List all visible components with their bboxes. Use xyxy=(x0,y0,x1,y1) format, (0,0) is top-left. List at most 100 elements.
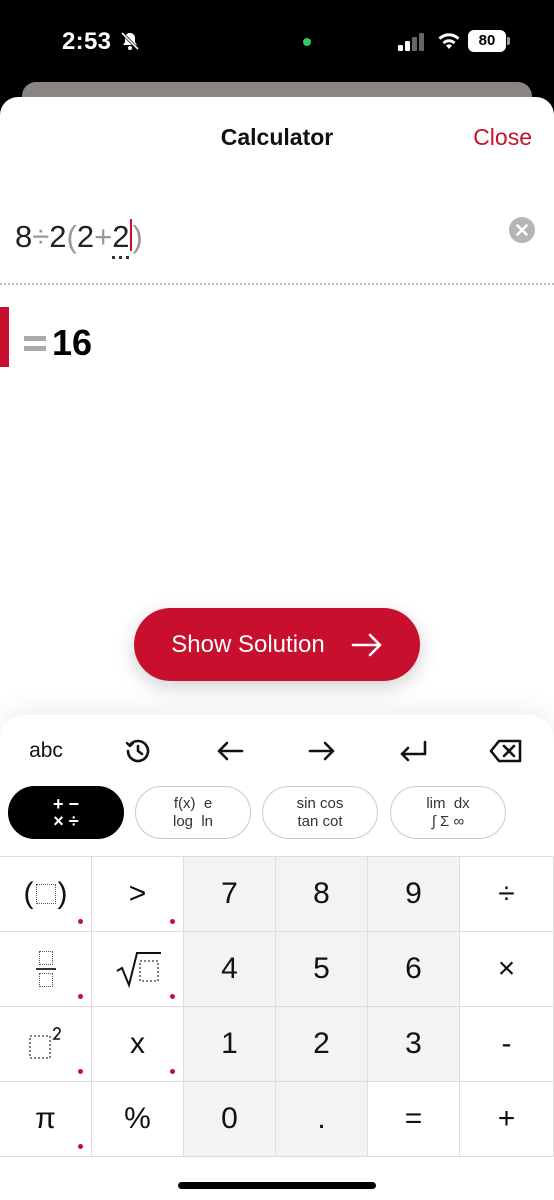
key-label: π xyxy=(35,1102,56,1135)
more-options-dot xyxy=(170,919,175,924)
placeholder-box-icon xyxy=(35,884,56,904)
keypad-grid: () > 7 8 9 ÷ 4 5 6 × x 1 2 3 - π % 0 . =… xyxy=(0,856,554,1160)
more-options-dot xyxy=(78,994,83,999)
cellular-signal-icon xyxy=(398,33,424,51)
key-label: > xyxy=(128,877,147,910)
keyboard-toolbar: abc xyxy=(0,715,554,785)
mode-basic-operators[interactable]: + − × ÷ xyxy=(8,786,124,839)
equals-icon xyxy=(24,333,46,353)
show-solution-label: Show Solution xyxy=(171,630,325,658)
digit-1-key[interactable]: 1 xyxy=(184,1007,276,1082)
close-icon xyxy=(516,224,528,236)
expr-token: 8 xyxy=(15,219,33,254)
fraction-icon xyxy=(35,951,56,987)
result-accent-bar xyxy=(0,307,9,367)
numerator-box xyxy=(38,951,53,965)
mode-label-line: f(x) e xyxy=(173,794,213,812)
digit-7-key[interactable]: 7 xyxy=(184,857,276,932)
more-options-dot xyxy=(78,919,83,924)
return-key[interactable] xyxy=(396,735,430,767)
square-key[interactable] xyxy=(0,1007,92,1082)
expr-active-token: 2 xyxy=(112,219,130,259)
digit-9-key[interactable]: 9 xyxy=(368,857,460,932)
mode-calculus[interactable]: lim dx ∫ Σ ∞ xyxy=(390,786,506,839)
more-options-dot xyxy=(170,994,175,999)
digit-3-key[interactable]: 3 xyxy=(368,1007,460,1082)
variable-x-key[interactable]: x xyxy=(92,1007,184,1082)
abc-key[interactable]: abc xyxy=(20,735,72,767)
mode-trigonometry[interactable]: sin cos tan cot xyxy=(262,786,378,839)
keyboard-mode-selector: + − × ÷ f(x) e log ln sin cos tan cot li… xyxy=(0,786,554,842)
plus-key[interactable]: + xyxy=(460,1082,554,1157)
pi-key[interactable]: π xyxy=(0,1082,92,1157)
battery-level: 80 xyxy=(468,30,506,52)
mode-label-line: ∫ Σ ∞ xyxy=(431,812,465,830)
history-icon xyxy=(125,739,150,763)
result-value: 16 xyxy=(52,322,93,363)
digit-6-key[interactable]: 6 xyxy=(368,932,460,1007)
cursor-right-key[interactable] xyxy=(306,735,338,767)
expr-open-paren: ( xyxy=(66,219,77,254)
greater-than-key[interactable]: > xyxy=(92,857,184,932)
history-key[interactable] xyxy=(122,735,154,767)
fraction-key[interactable] xyxy=(0,932,92,1007)
expr-operator: + xyxy=(94,219,113,254)
mode-label-line: log ln xyxy=(172,812,214,830)
mode-label-line: sin cos xyxy=(296,794,344,812)
math-keyboard: abc + − × ÷ f(x) e log ln sin cos tan co… xyxy=(0,715,554,1200)
open-paren-glyph: ( xyxy=(23,877,34,910)
close-button[interactable]: Close xyxy=(473,124,532,151)
mode-label-line: tan cot xyxy=(297,812,343,830)
bell-slash-icon xyxy=(120,31,140,51)
battery-indicator: 80 xyxy=(468,30,510,52)
page-title: Calculator xyxy=(220,124,334,150)
expr-token: 2 xyxy=(49,219,67,254)
denominator-box xyxy=(38,973,53,987)
digit-2-key[interactable]: 2 xyxy=(276,1007,368,1082)
text-caret xyxy=(130,219,133,251)
arrow-right-icon xyxy=(351,633,382,656)
cursor-left-key[interactable] xyxy=(214,735,246,767)
more-options-dot xyxy=(78,1144,83,1149)
status-bar: 2:53 80 xyxy=(0,0,554,84)
digit-0-key[interactable]: 0 xyxy=(184,1082,276,1157)
key-label: x xyxy=(130,1027,145,1060)
square-root-key[interactable] xyxy=(92,932,184,1007)
privacy-indicator-dot xyxy=(303,38,311,46)
result-display: 16 xyxy=(24,322,92,364)
delete-backward-icon xyxy=(489,739,522,763)
minus-key[interactable]: - xyxy=(460,1007,554,1082)
multiply-key[interactable]: × xyxy=(460,932,554,1007)
mode-label-line: lim dx xyxy=(426,794,470,812)
clear-input-button[interactable] xyxy=(509,217,535,243)
expr-operator: ÷ xyxy=(32,219,50,254)
fraction-bar xyxy=(35,968,56,970)
backspace-key[interactable] xyxy=(488,735,524,767)
decimal-point-key[interactable]: . xyxy=(276,1082,368,1157)
divide-key[interactable]: ÷ xyxy=(460,857,554,932)
more-options-dot xyxy=(78,1069,83,1074)
close-paren-glyph: ) xyxy=(57,877,68,910)
digit-4-key[interactable]: 4 xyxy=(184,932,276,1007)
show-solution-button[interactable]: Show Solution xyxy=(134,608,420,681)
digit-8-key[interactable]: 8 xyxy=(276,857,368,932)
parentheses-key[interactable]: () xyxy=(0,857,92,932)
home-indicator[interactable] xyxy=(178,1182,376,1189)
digit-5-key[interactable]: 5 xyxy=(276,932,368,1007)
more-options-dot xyxy=(170,1069,175,1074)
input-divider xyxy=(0,283,554,285)
percent-key[interactable]: % xyxy=(92,1082,184,1157)
square-root-icon xyxy=(115,952,161,989)
return-icon xyxy=(400,740,427,762)
expr-token: 2 xyxy=(76,219,95,254)
expression-input[interactable]: 8 ÷ 2 ( 2 + 2) xyxy=(15,215,143,259)
expr-close-paren: ) xyxy=(132,219,143,254)
battery-nub xyxy=(507,37,510,45)
equals-key[interactable]: = xyxy=(368,1082,460,1157)
superscript-square-icon xyxy=(28,1027,61,1059)
arrow-right-icon xyxy=(308,741,335,761)
status-time: 2:53 xyxy=(62,28,112,55)
wifi-icon xyxy=(438,33,460,49)
mode-functions[interactable]: f(x) e log ln xyxy=(135,786,251,839)
mode-label-line: × ÷ xyxy=(53,810,79,831)
